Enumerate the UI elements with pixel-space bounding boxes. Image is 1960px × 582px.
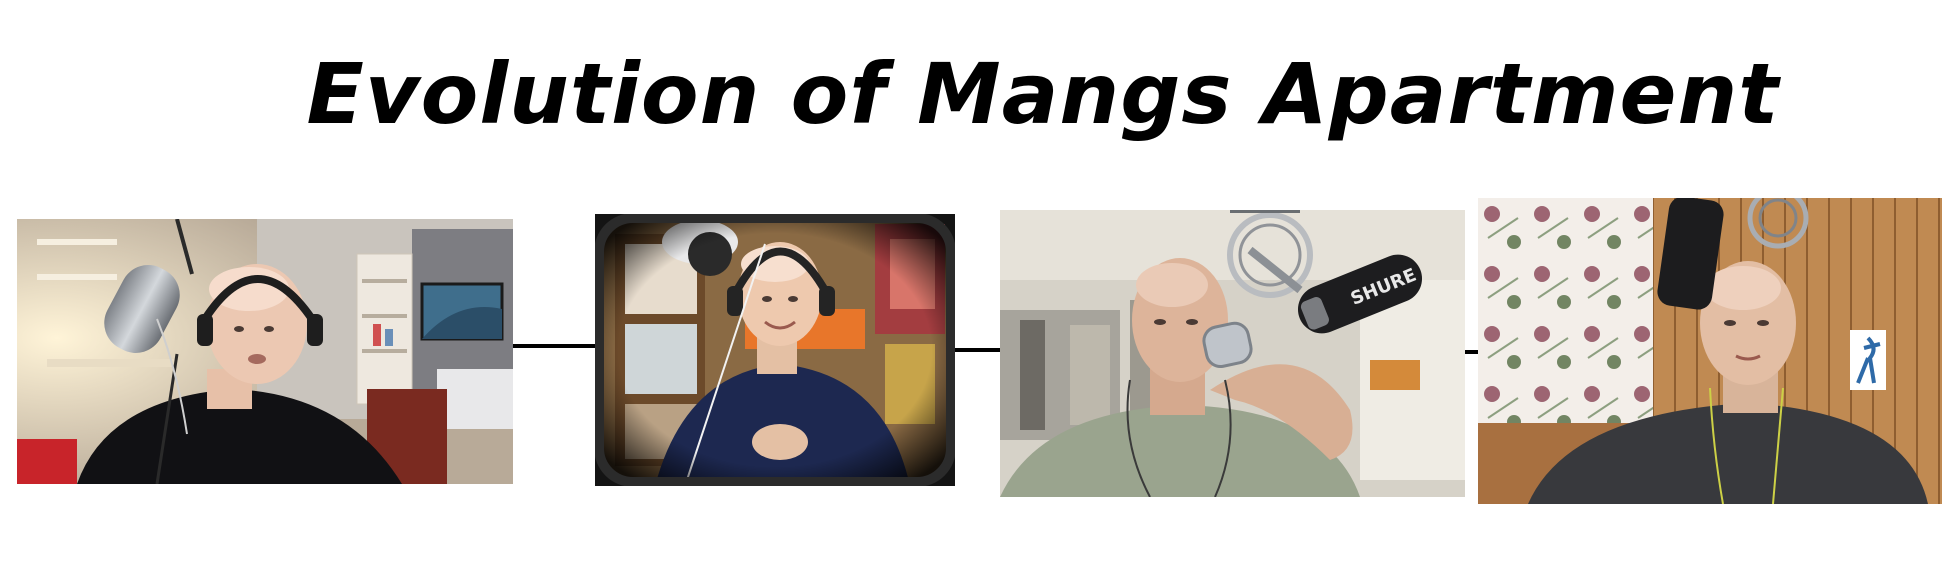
webcam-still-photo-icon xyxy=(17,219,513,484)
apartment-photo-1 xyxy=(17,219,513,484)
apartment-photo-3: SHURE xyxy=(1000,210,1465,497)
timeline-connector xyxy=(955,348,1001,352)
timeline-connector xyxy=(512,344,596,348)
apartment-photo-2 xyxy=(595,214,955,486)
timeline-connector xyxy=(1464,350,1479,354)
apartment-photo-4 xyxy=(1478,198,1942,504)
webcam-still-photo-icon: SHURE xyxy=(1000,210,1465,497)
page-title: Evolution of Mangs Apartment xyxy=(306,45,1780,143)
webcam-still-photo-icon xyxy=(595,214,955,486)
webcam-still-photo-icon xyxy=(1478,198,1942,504)
